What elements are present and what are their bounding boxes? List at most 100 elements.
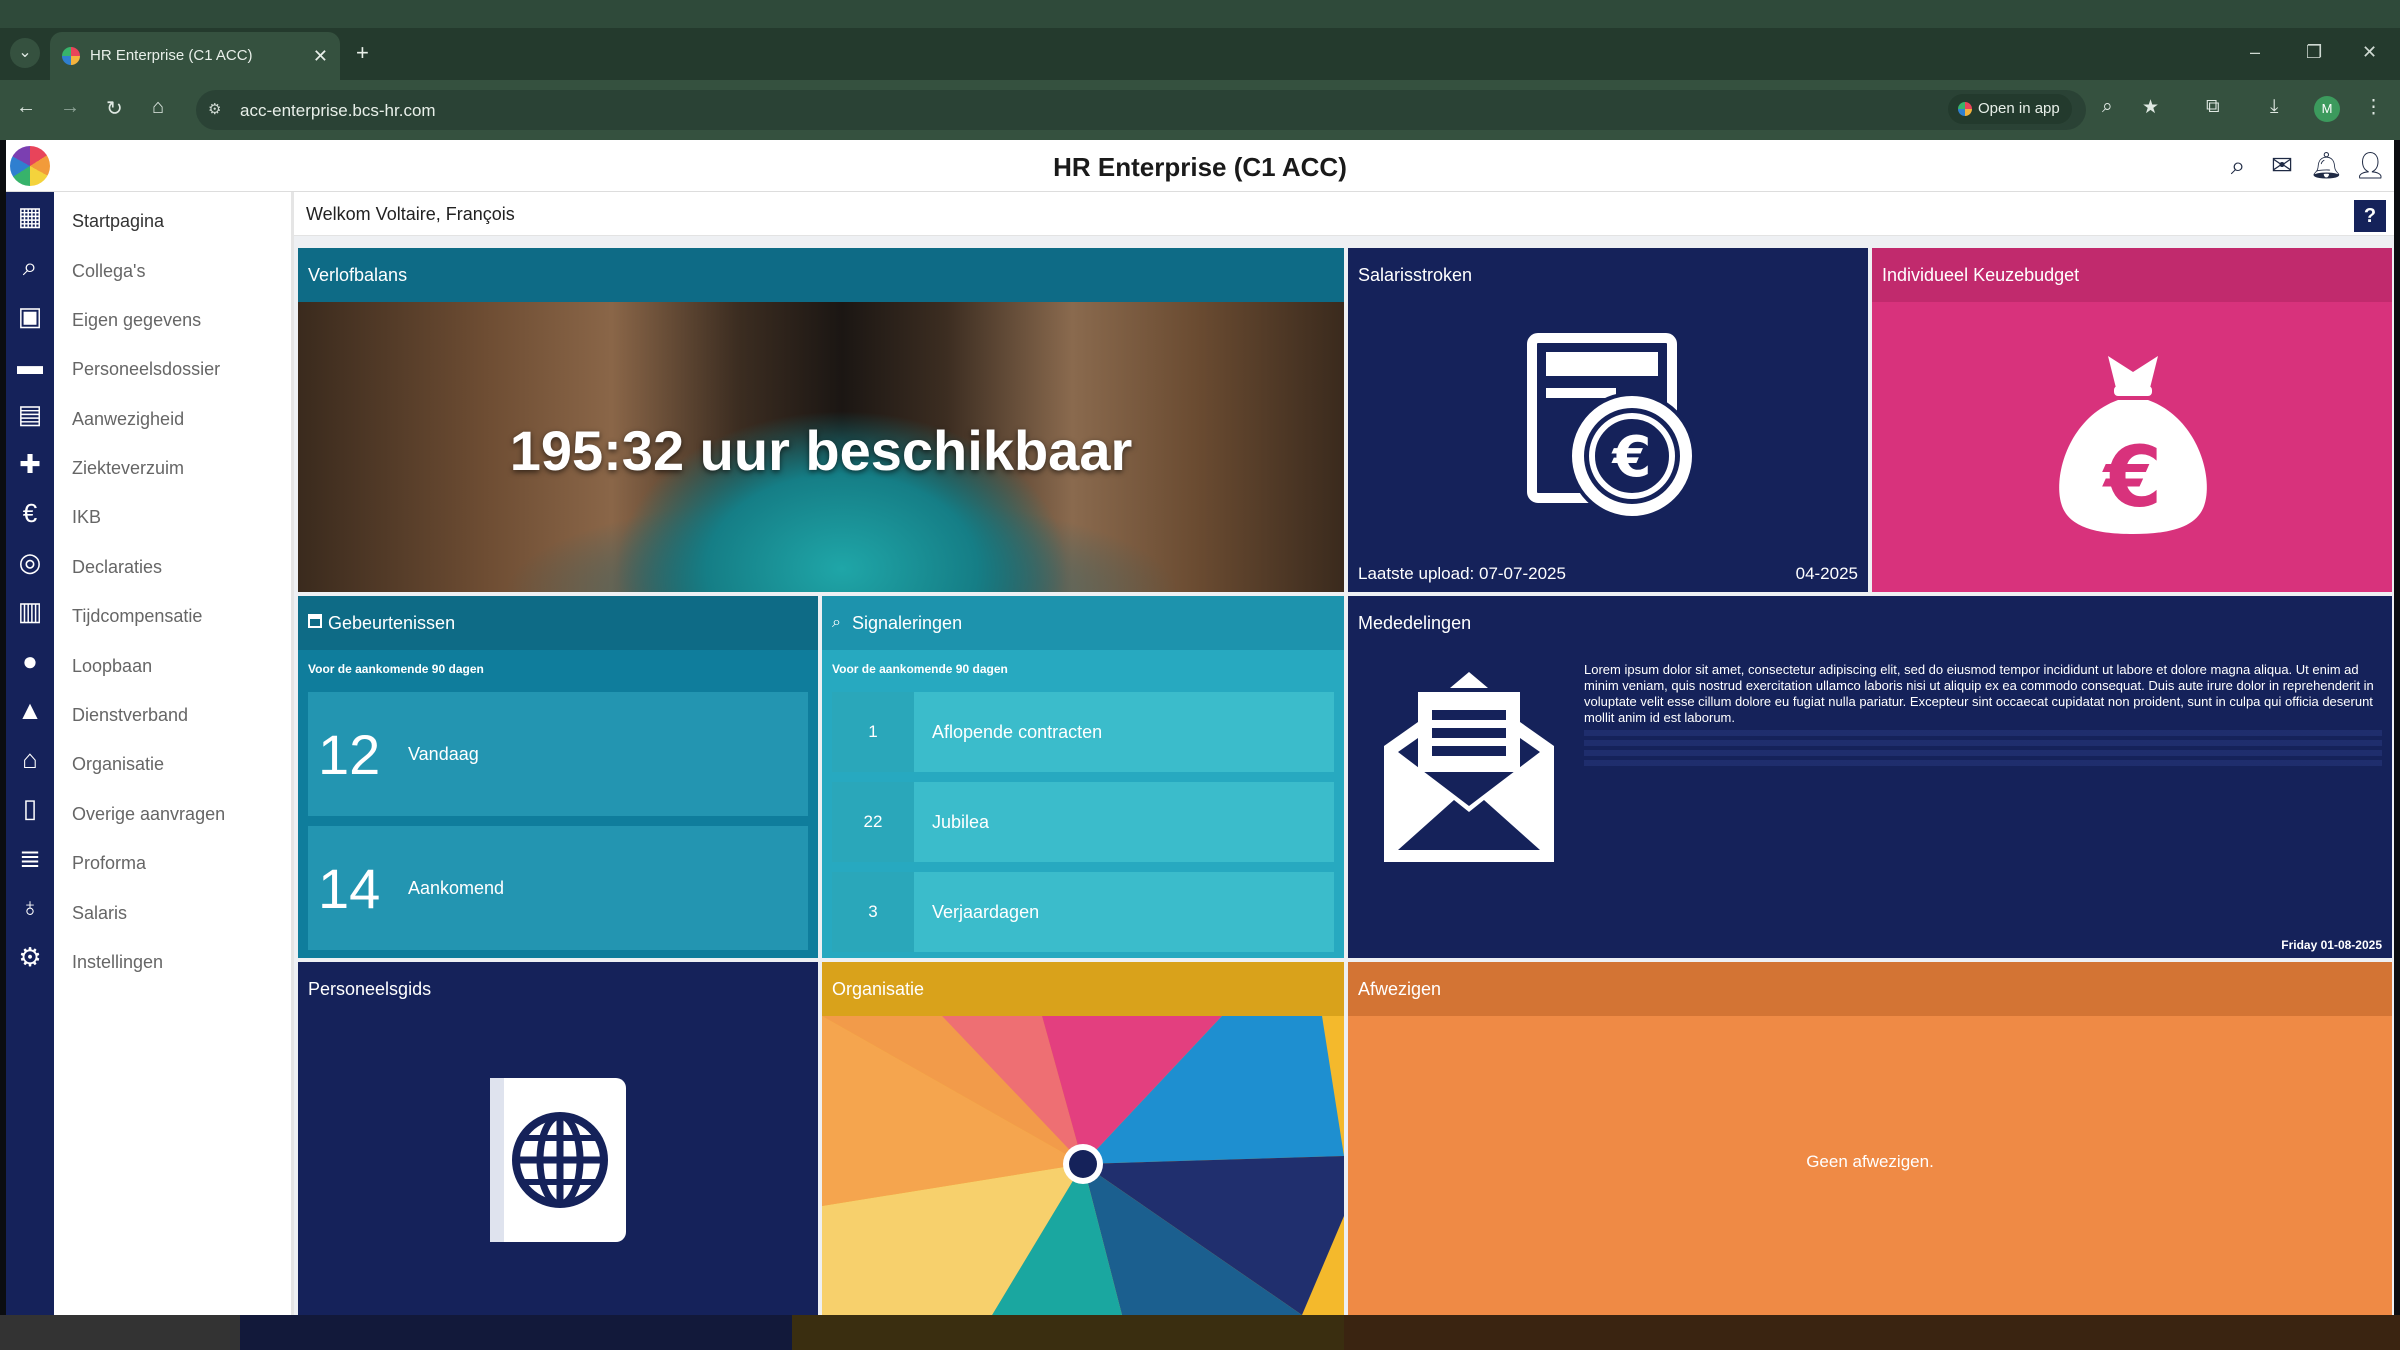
minimize-icon[interactable]: –	[2250, 42, 2260, 63]
open-in-app-button[interactable]: Open in app	[1948, 94, 2072, 124]
search-people-icon[interactable]: ⌕	[12, 248, 48, 284]
event-row-vandaag[interactable]: 12 Vandaag	[308, 692, 808, 816]
sidebar-item-proforma[interactable]: Proforma	[72, 853, 146, 874]
zoom-icon[interactable]: ⌕	[2102, 96, 2113, 118]
money-bag-icon[interactable]: €	[12, 495, 48, 531]
sidebar-item-salaris[interactable]: Salaris	[72, 903, 127, 924]
tile-personeelsgids[interactable]: Personeelsgids	[298, 962, 818, 1315]
sidebar-item-dienstverband[interactable]: Dienstverband	[72, 705, 188, 726]
sidebar-item-eigen-gegevens[interactable]: Eigen gegevens	[72, 310, 201, 331]
download-icon[interactable]: ⤓	[2270, 96, 2278, 118]
signal-count: 22	[832, 782, 914, 862]
signal-row-verjaardagen[interactable]: 3 Verjaardagen	[832, 872, 1334, 952]
search-icon: ⌕	[832, 614, 841, 631]
bookmark-star-icon[interactable]: ★	[2142, 96, 2159, 119]
envelope-letter-icon	[1384, 672, 1554, 862]
home-icon[interactable]: ⌂	[152, 96, 164, 119]
tile-title: Salarisstroken	[1348, 248, 1868, 302]
close-window-icon[interactable]: ✕	[2362, 42, 2377, 63]
svg-text:€: €	[1611, 425, 1652, 490]
signal-label: Verjaardagen	[932, 902, 1040, 922]
coin-hand-icon[interactable]: ◎	[12, 544, 48, 580]
new-tab-icon[interactable]: +	[356, 40, 369, 66]
site-info-icon[interactable]: ⚙	[208, 100, 221, 118]
tab-close-icon[interactable]: ✕	[313, 32, 328, 80]
person-icon[interactable]: ●	[12, 643, 48, 679]
icon-sidebar: ▦ ⌕ ▣ ▬ ▤ ✚ € ◎ ▥ ● ▲ ⌂ ▯ ≣ ♁ ⚙	[6, 192, 54, 1315]
sidebar-item-declaraties[interactable]: Declaraties	[72, 557, 162, 578]
sidebar-item-ikb[interactable]: IKB	[72, 507, 101, 528]
sidebar-item-collegas[interactable]: Collega's	[72, 261, 145, 282]
sidebar-item-instellingen[interactable]: Instellingen	[72, 952, 163, 973]
svg-text:€: €	[2102, 428, 2162, 526]
tile-ikb[interactable]: Individueel Keuzebudget €	[1872, 248, 2392, 592]
tile-signaleringen[interactable]: Signaleringen ⌕ Voor de aankomende 90 da…	[822, 596, 1344, 958]
tile-afwezigen[interactable]: Afwezigen Geen afwezigen.	[1348, 962, 2392, 1315]
tile-salarisstroken[interactable]: Salarisstroken € Laatste upload: 07-07-2…	[1348, 248, 1868, 592]
sidebar-item-aanwezigheid[interactable]: Aanwezigheid	[72, 409, 184, 430]
sidebar-item-loopbaan[interactable]: Loopbaan	[72, 656, 152, 677]
tile-title: Signaleringen	[822, 596, 1344, 650]
leave-balance-value: 195:32 uur beschikbaar	[509, 419, 1133, 482]
gear-icon[interactable]: ⚙	[12, 939, 48, 975]
grid-icon[interactable]: ▦	[12, 198, 48, 234]
menu-icon[interactable]: ⋮	[2364, 96, 2383, 119]
tab-search-icon[interactable]: ⌄	[10, 38, 40, 68]
calendar-icon[interactable]: ▤	[12, 396, 48, 432]
search-icon[interactable]: ⌕	[2222, 150, 2254, 182]
app-icon	[1958, 102, 1972, 116]
tile-gebeurtenissen[interactable]: Gebeurtenissen Voor de aankomende 90 dag…	[298, 596, 818, 958]
period-subtitle: Voor de aankomende 90 dagen	[832, 662, 1008, 676]
sidebar-item-overige-aanvragen[interactable]: Overige aanvragen	[72, 804, 225, 825]
tile-organisatie[interactable]: Organisatie	[822, 962, 1344, 1315]
sidebar-item-startpagina[interactable]: Startpagina	[72, 211, 164, 232]
help-button[interactable]: ?	[2354, 200, 2386, 232]
document-list-icon[interactable]: ≣	[12, 840, 48, 876]
document-icon[interactable]: ▯	[12, 790, 48, 826]
back-icon[interactable]: ←	[16, 96, 36, 119]
medical-kit-icon[interactable]: ✚	[12, 446, 48, 482]
badge-person-icon[interactable]: ▲	[12, 692, 48, 728]
app-window: HR Enterprise (C1 ACC) ⌕ ✉ 🔔︎ 👤︎ ▦ ⌕ ▣ ▬…	[6, 140, 2394, 1315]
event-count: 12	[318, 723, 381, 786]
profile-avatar[interactable]: M	[2314, 96, 2340, 122]
browser-tab[interactable]: HR Enterprise (C1 ACC) ✕	[50, 32, 340, 80]
period-subtitle: Voor de aankomende 90 dagen	[308, 662, 484, 676]
app-header: HR Enterprise (C1 ACC) ⌕ ✉ 🔔︎ 👤︎	[6, 140, 2394, 192]
folder-icon[interactable]: ▬	[12, 347, 48, 383]
sidebar-item-personeelsdossier[interactable]: Personeelsdossier	[72, 359, 220, 380]
payslip-euro-icon: €	[1527, 333, 1696, 520]
event-count: 14	[318, 857, 381, 920]
reload-icon[interactable]: ↻	[106, 96, 123, 121]
sidebar-item-tijdcompensatie[interactable]: Tijdcompensatie	[72, 606, 202, 627]
building-icon[interactable]: ⌂	[12, 741, 48, 777]
signal-row-contracten[interactable]: 1 Aflopende contracten	[832, 692, 1334, 772]
calendar-clock-icon[interactable]: ▥	[12, 593, 48, 629]
notification-bell-icon[interactable]: 🔔︎	[2310, 150, 2343, 182]
forward-icon[interactable]: →	[60, 96, 80, 119]
tile-verlofbalans[interactable]: Verlofbalans 195:32 uur beschikbaar	[298, 248, 1344, 592]
extensions-icon[interactable]: ⧉	[2206, 96, 2220, 118]
event-row-aankomend[interactable]: 14 Aankomend	[308, 826, 808, 950]
sidebar-item-organisatie[interactable]: Organisatie	[72, 754, 164, 775]
address-bar[interactable]: ⚙ acc-enterprise.bcs-hr.com	[196, 90, 2086, 130]
signal-count: 3	[832, 872, 914, 952]
announcement-date: Friday 01-08-2025	[2281, 938, 2382, 952]
user-icon[interactable]: 👤︎	[2354, 150, 2387, 182]
salary-hand-icon[interactable]: ♁	[12, 889, 48, 925]
app-title: HR Enterprise (C1 ACC)	[1053, 152, 1347, 182]
id-card-icon[interactable]: ▣	[12, 298, 48, 334]
signal-count: 1	[832, 692, 914, 772]
tile-mededelingen[interactable]: Mededelingen Lorem ipsum dolor sit amet,…	[1348, 596, 2392, 958]
money-bag-euro-icon: €	[2059, 356, 2207, 534]
event-label: Aankomend	[408, 878, 505, 898]
inbox-icon[interactable]: ✉	[2266, 150, 2298, 182]
bottom-strip	[0, 1315, 2400, 1350]
payslip-period: 04-2025	[1795, 564, 1858, 583]
restore-icon[interactable]: ❐	[2306, 42, 2322, 63]
sidebar-item-ziekteverzuim[interactable]: Ziekteverzuim	[72, 458, 184, 479]
signal-row-jubilea[interactable]: 22 Jubilea	[832, 782, 1334, 862]
welcome-text: Welkom Voltaire, François	[306, 204, 515, 224]
tile-title: Verlofbalans	[298, 248, 1344, 302]
event-label: Vandaag	[408, 744, 479, 764]
